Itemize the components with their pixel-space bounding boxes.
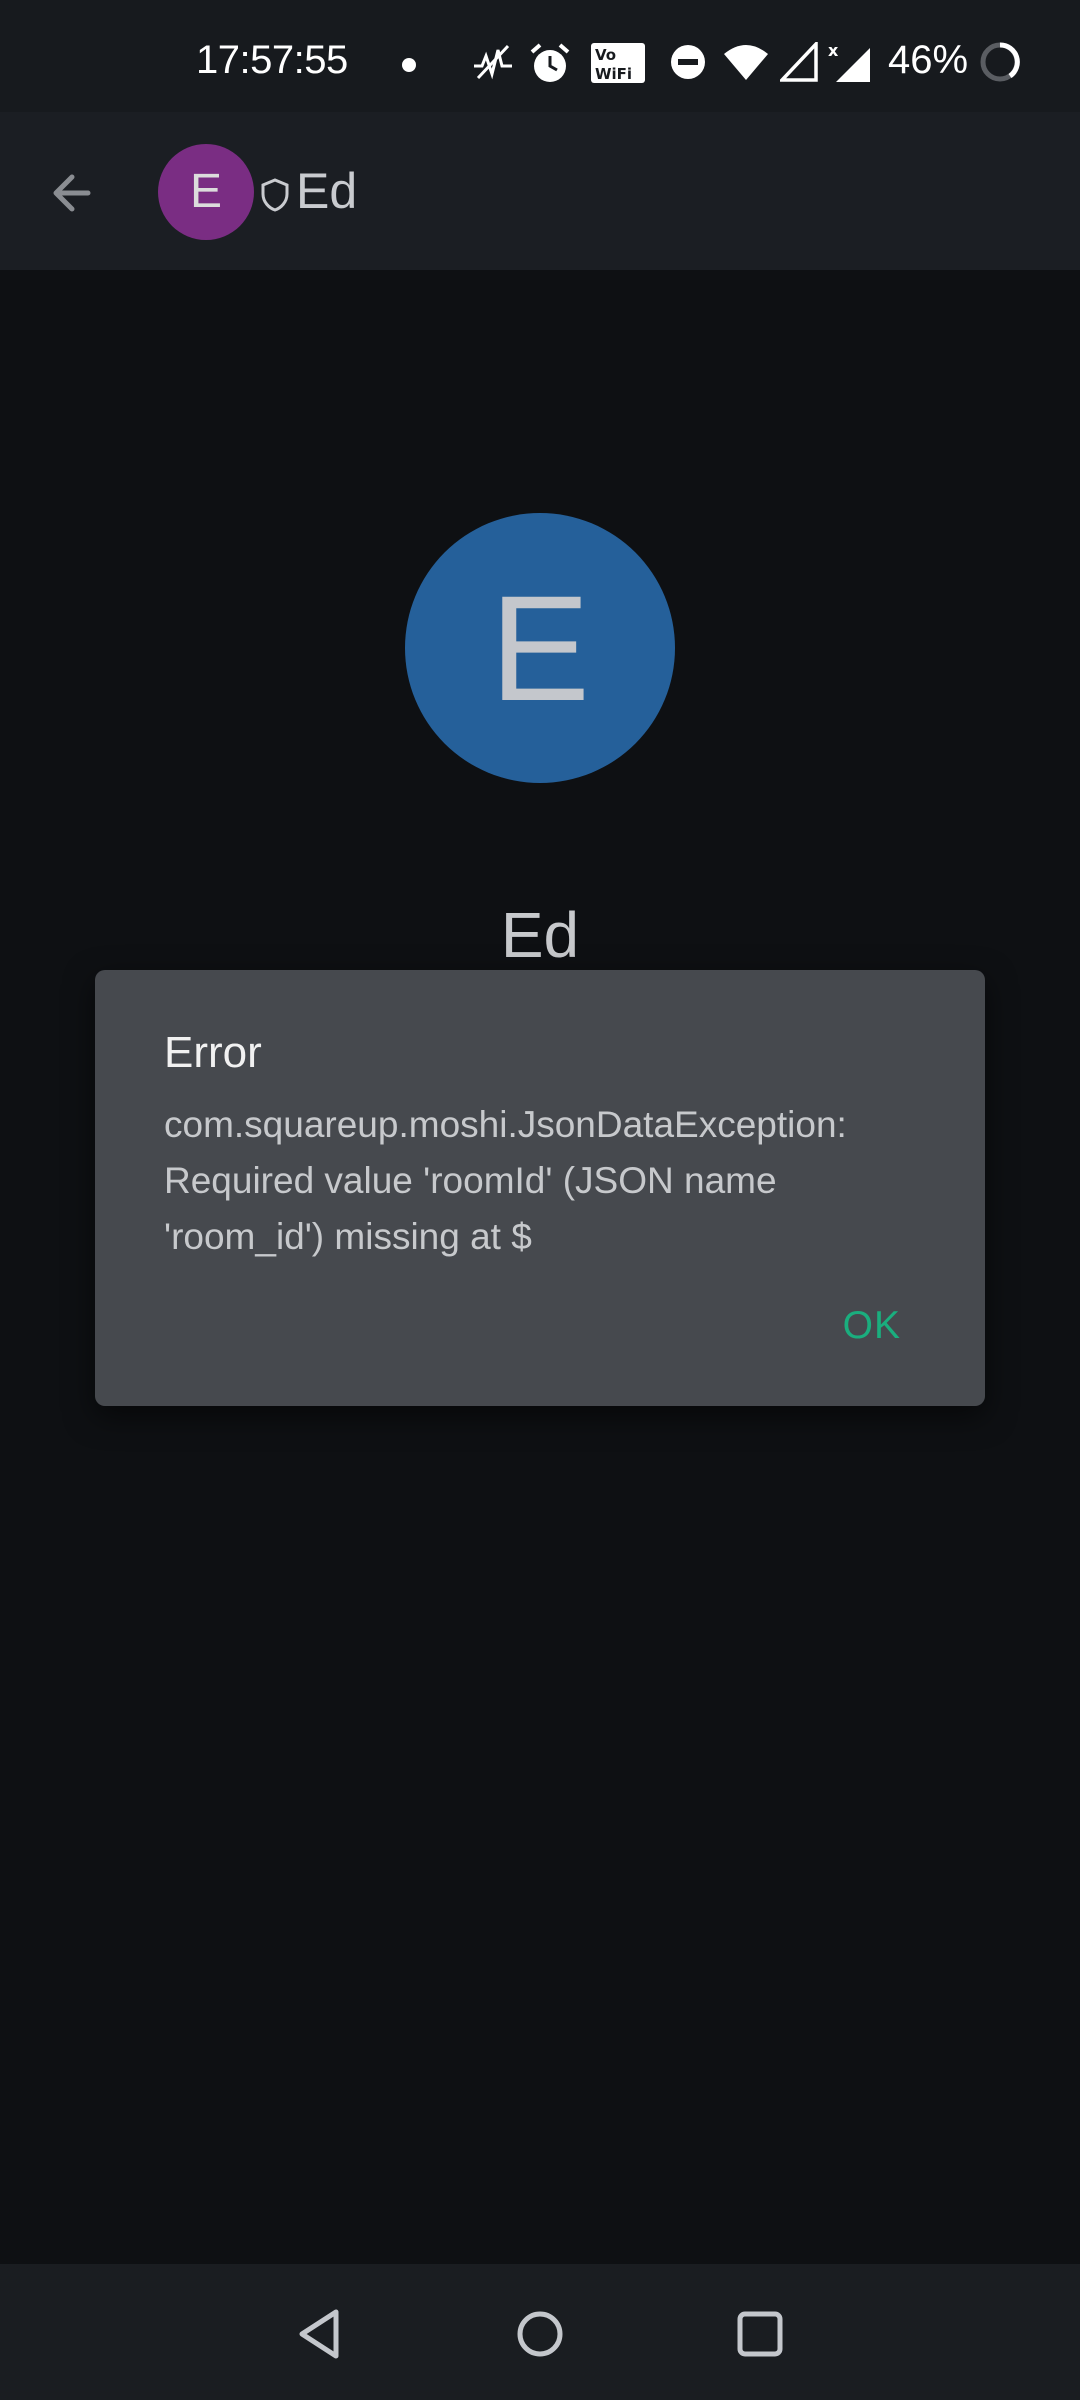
dialog-message: com.squareup.moshi.JsonDataException: Re… <box>164 1104 847 1257</box>
wifi-icon <box>724 45 768 80</box>
notification-dot-icon <box>402 58 416 72</box>
error-dialog: Error com.squareup.moshi.JsonDataExcepti… <box>95 970 985 1406</box>
status-time: 17:57:55 <box>196 38 348 82</box>
svg-text:x: x <box>828 42 839 60</box>
svg-text:Vo: Vo <box>595 46 616 64</box>
top-app-bar: E Ed <box>0 112 1080 270</box>
profile-avatar[interactable]: E <box>405 513 675 783</box>
battery-icon <box>980 42 1020 82</box>
shield-icon <box>261 178 289 212</box>
home-circle-icon[interactable] <box>510 2304 570 2364</box>
navigation-bar <box>0 2264 1080 2400</box>
header-avatar[interactable]: E <box>158 144 254 240</box>
header-title[interactable]: Ed <box>296 162 357 220</box>
recents-square-icon[interactable] <box>730 2304 790 2364</box>
vowifi-icon: Vo WiFi <box>591 43 645 83</box>
arrow-back-icon <box>53 174 91 212</box>
do-not-disturb-icon <box>671 45 705 79</box>
signal-icon <box>780 42 818 82</box>
profile-name: Ed <box>500 899 580 971</box>
back-button[interactable] <box>38 158 118 228</box>
alarm-icon <box>530 43 570 82</box>
back-triangle-icon[interactable] <box>292 2304 352 2364</box>
ok-button[interactable]: OK <box>837 1300 907 1352</box>
activity-icon <box>474 44 512 80</box>
signal-x-icon: x <box>828 42 870 82</box>
status-bar: 17:57:55 Vo WiFi x 46% <box>0 0 1080 112</box>
dialog-title: Error <box>164 1028 262 1077</box>
svg-text:WiFi: WiFi <box>595 65 632 83</box>
battery-percentage: 46% <box>888 38 969 82</box>
